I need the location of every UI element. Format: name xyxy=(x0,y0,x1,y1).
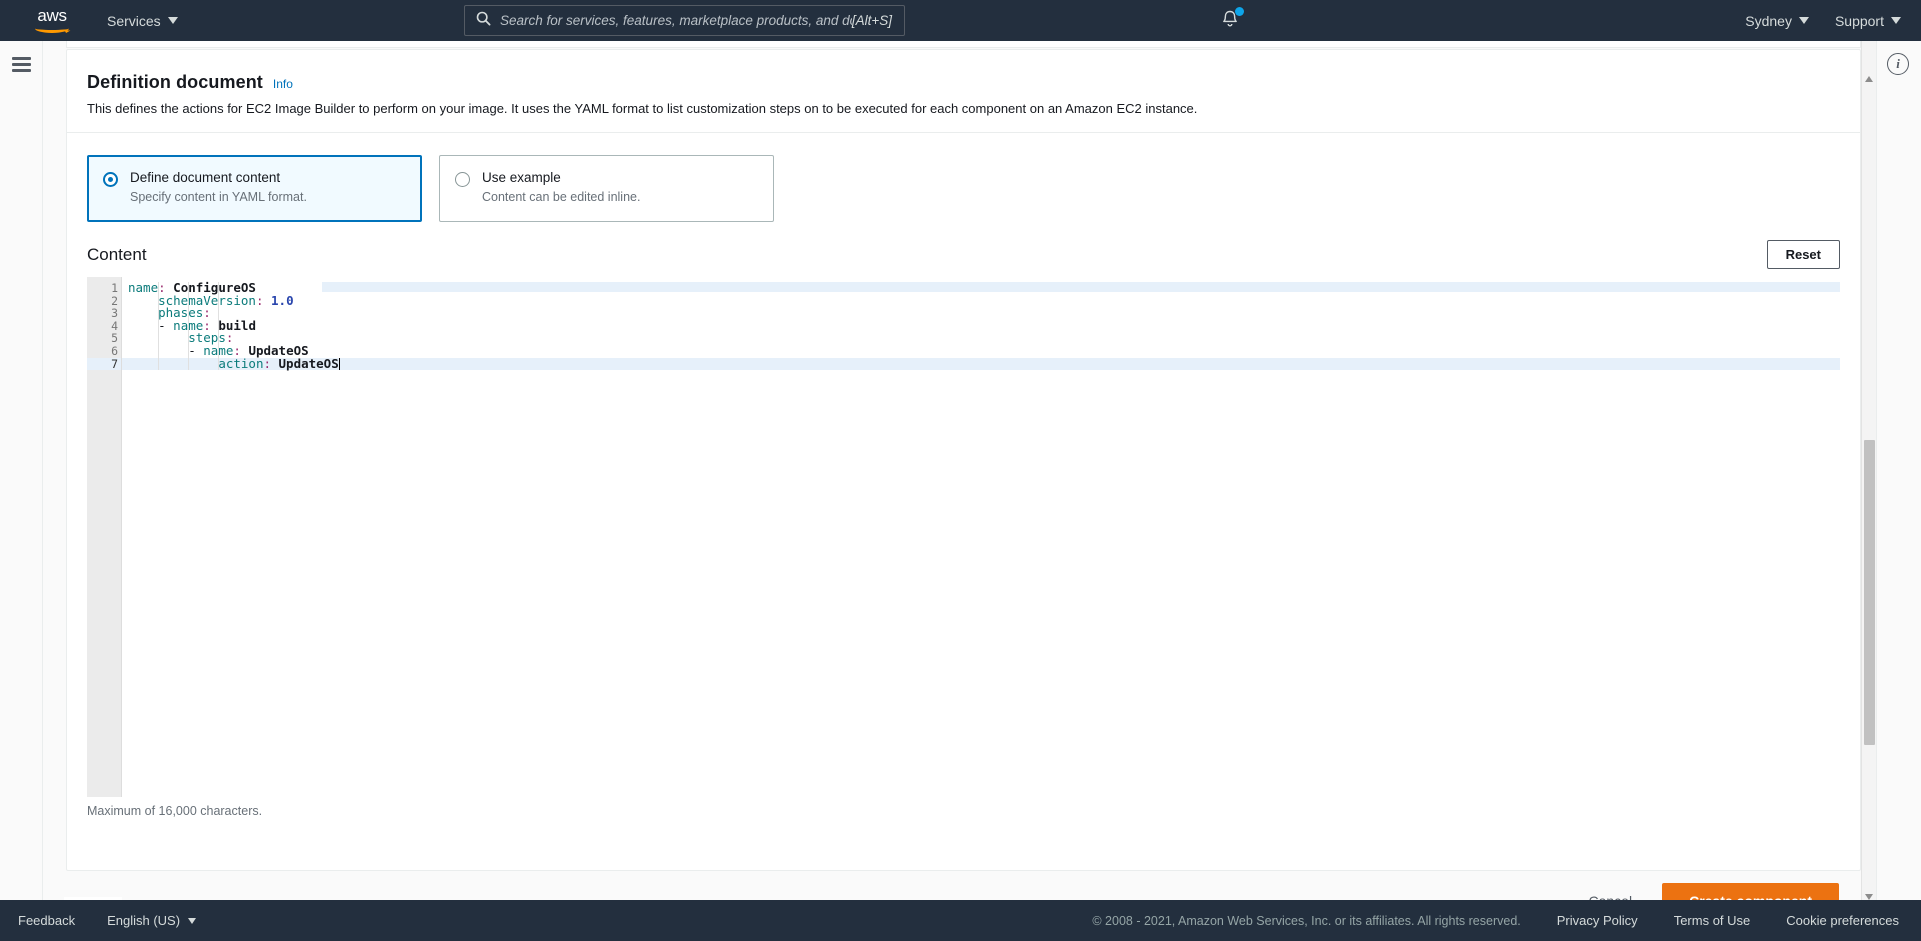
footer-right-group: © 2008 - 2021, Amazon Web Services, Inc.… xyxy=(1092,913,1899,928)
editor-code-line[interactable]: - name: UpdateOS xyxy=(122,344,1840,358)
left-navigation-rail xyxy=(0,41,43,900)
card-header: Definition document Info This defines th… xyxy=(67,50,1860,133)
editor-code-line[interactable]: name: ConfigureOS xyxy=(122,281,1840,295)
radio-tile-description: Specify content in YAML format. xyxy=(130,190,307,205)
hamburger-menu-icon[interactable] xyxy=(12,57,31,72)
max-characters-hint: Maximum of 16,000 characters. xyxy=(87,804,263,819)
editor-line-number: 3 xyxy=(111,306,118,321)
search-icon xyxy=(476,11,491,31)
content-section-header: Content Reset xyxy=(67,222,1860,277)
global-search-box[interactable]: [Alt+S] xyxy=(464,5,905,36)
page-footer: Feedback English (US) © 2008 - 2021, Ama… xyxy=(0,900,1921,941)
indent-guide xyxy=(158,282,159,371)
editor-line-number: 7 xyxy=(87,358,121,371)
region-selector-label: Sydney xyxy=(1745,12,1792,29)
page-scrollbar[interactable] xyxy=(1861,41,1876,900)
editor-line-number-gutter: 1234567 xyxy=(87,277,130,798)
chevron-down-icon xyxy=(167,17,178,24)
cookie-preferences-link[interactable]: Cookie preferences xyxy=(1786,913,1899,928)
feedback-link[interactable]: Feedback xyxy=(18,913,75,928)
previous-section-edge xyxy=(66,41,1861,48)
radio-tile-label: Use example xyxy=(482,169,561,185)
support-menu-label: Support xyxy=(1834,12,1884,29)
scroll-up-arrow-icon[interactable] xyxy=(1865,76,1873,82)
editor-code-area[interactable]: name: ConfigureOS schemaVersion: 1.0 pha… xyxy=(122,277,1840,798)
aws-logo-text: aws xyxy=(37,5,67,25)
search-shortcut-hint: [Alt+S] xyxy=(851,13,892,28)
notification-badge xyxy=(1235,7,1244,16)
editor-line-number: 1 xyxy=(87,282,130,295)
language-selector-label: English (US) xyxy=(107,913,181,928)
card-description: This defines the actions for EC2 Image B… xyxy=(87,101,1198,116)
definition-document-card: Definition document Info This defines th… xyxy=(66,49,1861,871)
nav-right-group: Sydney Support xyxy=(1745,0,1921,41)
radio-button-selected-icon[interactable] xyxy=(103,171,118,187)
services-menu[interactable]: Services xyxy=(107,0,178,41)
editor-code-line[interactable]: phases: xyxy=(122,306,1840,320)
hamburger-bar xyxy=(12,63,31,66)
footer-left-group: Feedback English (US) xyxy=(18,913,197,928)
reset-button[interactable]: Reset xyxy=(1766,240,1840,270)
bell-icon[interactable] xyxy=(1220,7,1244,35)
radio-tile-define-document-content[interactable]: Define document content Specify content … xyxy=(87,154,422,223)
support-menu[interactable]: Support xyxy=(1835,13,1901,29)
services-menu-label: Services xyxy=(107,12,161,29)
editor-code-line[interactable]: action: UpdateOS xyxy=(122,357,1840,371)
indent-guide xyxy=(188,282,189,371)
editor-code-line[interactable]: - name: build xyxy=(122,319,1840,333)
radio-tile-label: Define document content xyxy=(130,169,281,185)
radio-tile-description: Content can be edited inline. xyxy=(482,190,641,205)
language-selector[interactable]: English (US) xyxy=(107,913,197,928)
aws-logo-smile xyxy=(35,24,69,33)
hamburger-bar xyxy=(12,69,31,72)
chevron-down-icon xyxy=(188,917,197,924)
text-caret xyxy=(338,357,340,370)
page-body: i Definition document Info This defines … xyxy=(0,41,1921,919)
search-input[interactable] xyxy=(500,13,852,28)
editor-line-number: 6 xyxy=(87,345,130,358)
top-navigation-bar: aws Services [Alt+S] Sydney Support xyxy=(0,0,1921,41)
chevron-down-icon xyxy=(1798,17,1809,24)
content-label: Content xyxy=(87,244,147,264)
info-link[interactable]: Info xyxy=(273,77,293,91)
radio-tile-use-example[interactable]: Use example Content can be edited inline… xyxy=(439,154,774,223)
radio-button-unselected-icon[interactable] xyxy=(455,171,470,187)
copyright-text: © 2008 - 2021, Amazon Web Services, Inc.… xyxy=(1092,913,1521,928)
scrollbar-thumb[interactable] xyxy=(1864,440,1875,745)
yaml-code-editor[interactable]: 1234567 name: ConfigureOS schemaVersion:… xyxy=(87,277,1840,798)
region-selector[interactable]: Sydney xyxy=(1745,13,1809,29)
privacy-policy-link[interactable]: Privacy Policy xyxy=(1557,913,1638,928)
content-column: Definition document Info This defines th… xyxy=(66,49,1861,871)
right-help-rail: i xyxy=(1876,41,1921,900)
hamburger-bar xyxy=(12,57,31,60)
indent-guide xyxy=(218,282,219,371)
page-title: Definition document xyxy=(87,72,263,92)
terms-of-use-link[interactable]: Terms of Use xyxy=(1674,913,1751,928)
document-source-radio-group: Define document content Specify content … xyxy=(67,133,1860,223)
chevron-down-icon xyxy=(1891,17,1901,24)
aws-logo[interactable]: aws xyxy=(33,5,71,34)
editor-code-line[interactable]: schemaVersion: 1.0 xyxy=(122,294,1840,308)
info-circle-icon[interactable]: i xyxy=(1887,53,1909,75)
editor-code-line[interactable]: steps: xyxy=(122,332,1840,345)
